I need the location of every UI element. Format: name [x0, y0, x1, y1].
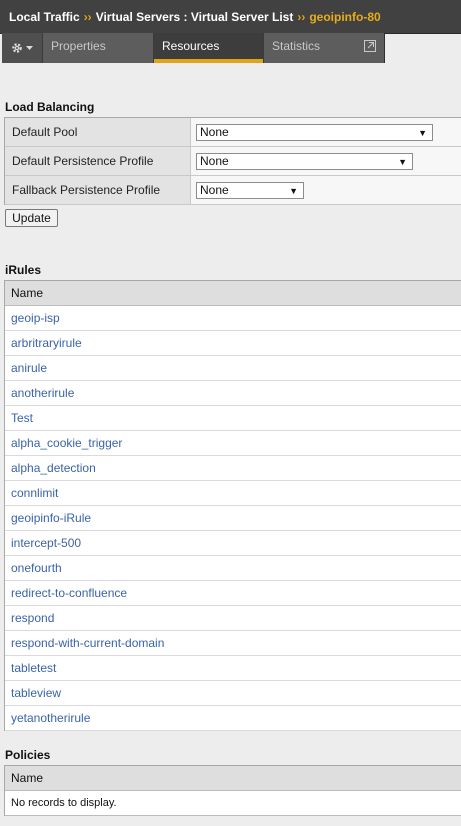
irule-row: yetanotherirule: [5, 706, 461, 731]
update-button[interactable]: Update: [5, 209, 58, 227]
default-pool-row: Default Pool None ▼: [5, 118, 461, 147]
irule-link[interactable]: anirule: [11, 361, 47, 375]
irule-link[interactable]: alpha_detection: [11, 461, 96, 475]
irule-link[interactable]: respond-with-current-domain: [11, 636, 164, 650]
tab-statistics-label: Statistics: [272, 39, 321, 53]
policies-empty-message: No records to display.: [5, 791, 461, 816]
default-pool-select[interactable]: None ▼: [196, 123, 433, 141]
irule-link[interactable]: onefourth: [11, 561, 62, 575]
irule-link[interactable]: alpha_cookie_trigger: [11, 436, 122, 450]
dropdown-arrow-icon: ▼: [418, 127, 427, 138]
load-balancing-title: Load Balancing: [5, 100, 95, 114]
irule-row: geoipinfo-iRule: [5, 506, 461, 531]
gear-icon: [12, 43, 22, 53]
irules-table: Name geoip-isp arbritraryirule anirule anot…: [4, 280, 461, 731]
chevron-down-icon: [26, 45, 33, 50]
irule-row: Test: [5, 406, 461, 431]
default-persistence-value: None: [200, 153, 229, 168]
fallback-persistence-label: Fallback Persistence Profile: [5, 176, 191, 204]
irule-link[interactable]: geoipinfo-iRule: [11, 511, 91, 525]
irule-row: anotherirule: [5, 381, 461, 406]
irule-link[interactable]: tableview: [11, 686, 61, 700]
irule-row: onefourth: [5, 556, 461, 581]
irule-row: alpha_detection: [5, 456, 461, 481]
irule-row: anirule: [5, 356, 461, 381]
irule-link[interactable]: geoip-isp: [11, 311, 60, 325]
default-pool-label: Default Pool: [5, 118, 191, 146]
load-balancing-table: Default Pool None ▼ Default Persistence …: [4, 117, 461, 205]
tab-properties[interactable]: Properties: [43, 33, 154, 63]
irule-row: redirect-to-confluence: [5, 581, 461, 606]
breadcrumb-separator: ››: [83, 10, 92, 24]
breadcrumb-separator: ››: [297, 10, 306, 24]
default-pool-value: None: [200, 124, 229, 139]
irule-link[interactable]: yetanotherirule: [11, 711, 90, 725]
fallback-persistence-select[interactable]: None ▼: [196, 181, 304, 199]
irule-link[interactable]: redirect-to-confluence: [11, 586, 127, 600]
default-persistence-row: Default Persistence Profile None ▼: [5, 147, 461, 176]
irule-link[interactable]: intercept-500: [11, 536, 81, 550]
irules-title: iRules: [5, 263, 42, 277]
fallback-persistence-value: None: [200, 182, 229, 197]
tab-menu-gear[interactable]: [2, 33, 43, 63]
irule-row: arbritraryirule: [5, 331, 461, 356]
tab-statistics[interactable]: Statistics: [264, 33, 385, 63]
dropdown-arrow-icon: ▼: [289, 185, 298, 196]
irule-row: alpha_cookie_trigger: [5, 431, 461, 456]
tab-resources[interactable]: Resources: [154, 33, 264, 63]
tab-bar: Properties Resources Statistics: [2, 33, 385, 63]
default-persistence-label: Default Persistence Profile: [5, 147, 191, 175]
irule-row: intercept-500: [5, 531, 461, 556]
default-persistence-select[interactable]: None ▼: [196, 152, 413, 170]
irules-rows: geoip-isp arbritraryirule anirule anotherir…: [5, 306, 461, 731]
policies-name-header[interactable]: Name: [5, 766, 461, 791]
breadcrumb-current: geoipinfo-80: [309, 10, 381, 24]
irule-row: respond-with-current-domain: [5, 631, 461, 656]
irules-name-header[interactable]: Name: [5, 281, 461, 306]
irule-link[interactable]: arbritraryirule: [11, 336, 82, 350]
breadcrumb-virtual-server-list[interactable]: Virtual Servers : Virtual Server List: [96, 10, 294, 24]
irule-link[interactable]: Test: [11, 411, 33, 425]
irule-link[interactable]: anotherirule: [11, 386, 74, 400]
fallback-persistence-row: Fallback Persistence Profile None ▼: [5, 176, 461, 205]
irule-row: geoip-isp: [5, 306, 461, 331]
dropdown-arrow-icon: ▼: [398, 156, 407, 167]
irule-link[interactable]: respond: [11, 611, 54, 625]
irule-row: respond: [5, 606, 461, 631]
policies-title: Policies: [5, 748, 51, 762]
irule-link[interactable]: connlimit: [11, 486, 58, 500]
external-link-icon[interactable]: [364, 40, 376, 52]
irule-link[interactable]: tabletest: [11, 661, 56, 675]
irule-row: connlimit: [5, 481, 461, 506]
policies-table: Name No records to display.: [4, 765, 461, 816]
breadcrumb-local-traffic[interactable]: Local Traffic: [9, 10, 80, 24]
breadcrumb: Local Traffic ›› Virtual Servers : Virtual…: [0, 0, 461, 34]
irule-row: tableview: [5, 681, 461, 706]
irule-row: tabletest: [5, 656, 461, 681]
